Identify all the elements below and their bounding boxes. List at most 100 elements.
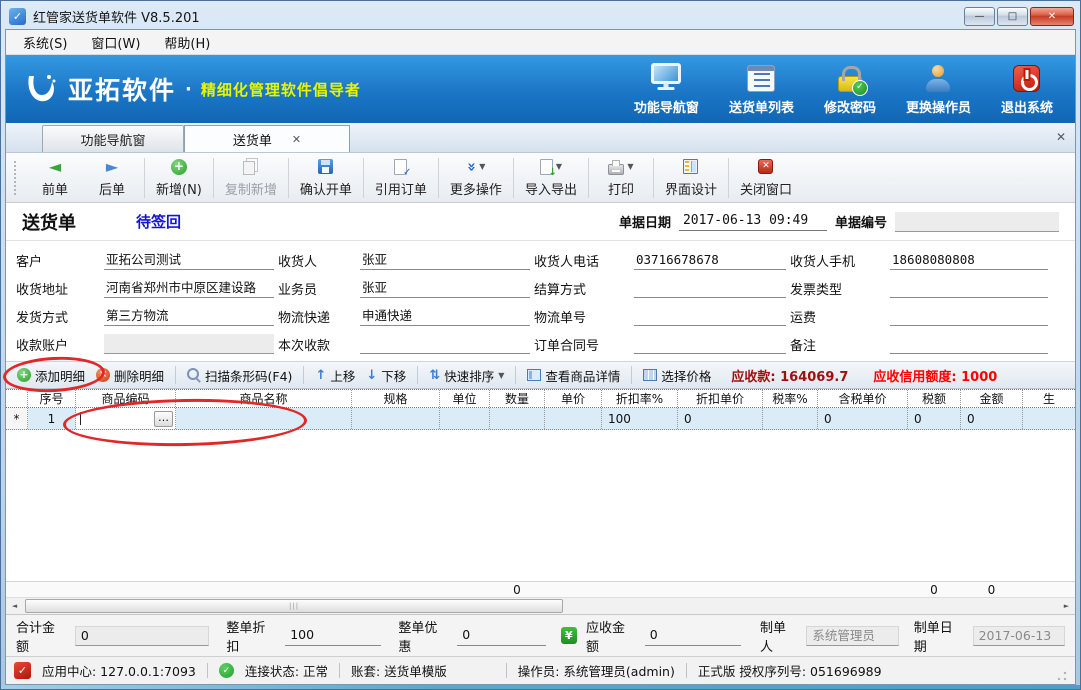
doc-date-field[interactable]: 2017-06-13 09:49 xyxy=(679,213,827,231)
salesman-label: 业务员 xyxy=(278,279,356,298)
delivery-list-button[interactable]: 送货单列表 xyxy=(729,65,794,116)
view-product-button[interactable]: 查看商品详情 xyxy=(524,364,623,387)
scrollbar-track[interactable]: ||| xyxy=(23,598,1058,614)
tabstrip-close-icon[interactable]: ✕ xyxy=(1056,130,1066,144)
lookup-ellipsis-button[interactable]: … xyxy=(154,411,173,427)
payment-field[interactable] xyxy=(360,334,530,354)
account-label: 收款账户 xyxy=(16,335,100,354)
ref-order-button[interactable]: 引用订单 xyxy=(368,156,434,200)
ship-method-field[interactable]: 第三方物流 xyxy=(104,306,274,326)
phone-field[interactable]: 03716678678 xyxy=(634,250,786,270)
minimize-button[interactable]: — xyxy=(964,7,995,26)
scroll-right-button[interactable]: ► xyxy=(1058,598,1075,614)
invoice-field[interactable] xyxy=(890,278,1048,298)
tab-nav-window[interactable]: 功能导航窗 xyxy=(42,125,184,152)
detailbar-separator xyxy=(175,366,176,384)
mobile-field[interactable]: 18608080808 xyxy=(890,250,1048,270)
close-window-button[interactable]: ✕ 关闭窗口 xyxy=(733,156,799,200)
address-field[interactable]: 河南省郑州市中原区建设路 xyxy=(104,278,274,298)
remark-field[interactable] xyxy=(890,334,1048,354)
salesman-field[interactable]: 张亚 xyxy=(360,278,530,298)
col-discount-price[interactable]: 折扣单价 xyxy=(678,390,763,407)
move-up-button[interactable]: ↑ 上移 xyxy=(312,364,358,387)
cross-circle-icon: × xyxy=(96,368,110,382)
scrollbar-thumb[interactable]: ||| xyxy=(25,599,563,613)
logistics-label: 物流快递 xyxy=(278,307,356,326)
restore-button[interactable]: □ xyxy=(997,7,1028,26)
col-tax-price[interactable]: 含税单价 xyxy=(818,390,908,407)
switch-operator-button[interactable]: 更换操作员 xyxy=(906,65,971,116)
import-export-button[interactable]: ▼ 导入导出 xyxy=(518,156,584,200)
detailbar-separator xyxy=(515,366,516,384)
tab-close-icon[interactable]: ✕ xyxy=(292,133,301,146)
col-seq[interactable]: 序号 xyxy=(28,390,76,407)
consignee-field[interactable]: 张亚 xyxy=(360,250,530,270)
change-password-button[interactable]: 修改密码 xyxy=(824,64,876,116)
cell-product-name[interactable] xyxy=(176,408,352,429)
toolbar-grip[interactable] xyxy=(14,161,18,195)
col-product-code[interactable]: 商品编码 xyxy=(76,390,176,407)
cell-qty[interactable] xyxy=(490,408,545,429)
close-button[interactable]: ✕ xyxy=(1030,7,1074,26)
quick-sort-button[interactable]: ⇅ 快速排序 ▼ xyxy=(426,364,507,387)
tab-delivery-note[interactable]: 送货单 ✕ xyxy=(184,125,350,152)
settle-field[interactable] xyxy=(634,278,786,298)
nav-window-button[interactable]: 功能导航窗 xyxy=(634,63,699,116)
col-unit[interactable]: 单位 xyxy=(440,390,490,407)
col-cutoff[interactable]: 生 xyxy=(1023,390,1075,407)
menu-window[interactable]: 窗口(W) xyxy=(82,30,149,55)
prev-doc-button[interactable]: ◄ 前单 xyxy=(27,156,83,200)
col-amount[interactable]: 金额 xyxy=(961,390,1023,407)
cell-tax-price[interactable]: 0 xyxy=(818,408,908,429)
print-button[interactable]: ▼ 打印 xyxy=(593,156,649,200)
waybill-field[interactable] xyxy=(634,306,786,326)
receivable-amount-field[interactable]: 0 xyxy=(645,626,741,646)
yen-icon[interactable]: ¥ xyxy=(561,627,577,644)
ui-design-button[interactable]: 界面设计 xyxy=(658,156,724,200)
logistics-field[interactable]: 申通快递 xyxy=(360,306,530,326)
col-spec[interactable]: 规格 xyxy=(352,390,440,407)
col-discount-rate[interactable]: 折扣率% xyxy=(602,390,678,407)
phone-label: 收货人电话 xyxy=(534,251,630,270)
new-button[interactable]: + 新增(N) xyxy=(149,156,209,200)
cell-spec[interactable] xyxy=(352,408,440,429)
exit-system-button[interactable]: 退出系统 xyxy=(1001,65,1053,116)
doc-discount-field[interactable]: 100 xyxy=(285,626,381,646)
move-down-button[interactable]: ↓ 下移 xyxy=(363,364,409,387)
grid-row-1[interactable]: * 1 … 100 0 0 0 0 xyxy=(6,408,1075,430)
scroll-left-button[interactable]: ◄ xyxy=(6,598,23,614)
cell-seq[interactable]: 1 xyxy=(28,408,76,429)
cell-product-code-editor[interactable]: … xyxy=(76,408,176,429)
scan-barcode-button[interactable]: 扫描条形码(F4) xyxy=(184,364,295,387)
doc-offer-field[interactable]: 0 xyxy=(457,626,546,646)
col-qty[interactable]: 数量 xyxy=(490,390,545,407)
cell-price[interactable] xyxy=(545,408,602,429)
copy-new-button[interactable]: 复制新增 xyxy=(218,156,284,200)
menu-help[interactable]: 帮助(H) xyxy=(155,30,219,55)
cell-discount-rate[interactable]: 100 xyxy=(602,408,678,429)
invoice-label: 发票类型 xyxy=(790,279,886,298)
resize-grip[interactable] xyxy=(1057,671,1067,681)
cell-amount[interactable]: 0 xyxy=(961,408,1023,429)
next-doc-button[interactable]: ► 后单 xyxy=(84,156,140,200)
cell-discount-price[interactable]: 0 xyxy=(678,408,763,429)
change-password-label: 修改密码 xyxy=(824,97,876,116)
make-date-label: 制单日期 xyxy=(914,617,964,655)
cell-tax[interactable]: 0 xyxy=(908,408,961,429)
contract-field[interactable] xyxy=(634,334,786,354)
menu-system[interactable]: 系统(S) xyxy=(14,30,76,55)
add-detail-button[interactable]: + 添加明细 xyxy=(14,364,88,387)
select-price-button[interactable]: 选择价格 xyxy=(640,364,714,387)
col-product-name[interactable]: 商品名称 xyxy=(176,390,352,407)
more-actions-button[interactable]: »▼ 更多操作 xyxy=(443,156,509,200)
col-tax[interactable]: 税额 xyxy=(908,390,961,407)
delete-detail-button[interactable]: × 删除明细 xyxy=(93,364,167,387)
customer-field[interactable]: 亚拓公司测试 xyxy=(104,250,274,270)
cell-cutoff[interactable] xyxy=(1023,408,1075,429)
col-tax-rate[interactable]: 税率% xyxy=(763,390,818,407)
cell-unit[interactable] xyxy=(440,408,490,429)
freight-field[interactable] xyxy=(890,306,1048,326)
confirm-button[interactable]: 确认开单 xyxy=(293,156,359,200)
col-price[interactable]: 单价 xyxy=(545,390,602,407)
cell-tax-rate[interactable] xyxy=(763,408,818,429)
